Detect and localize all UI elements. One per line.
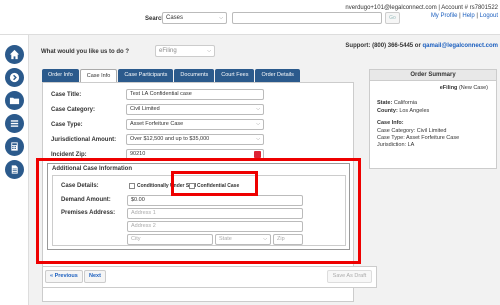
incident-zip-value: 90210 [130, 151, 146, 157]
jurisdictional-amount-select[interactable]: Over $12,500 and up to $35,000 ⌵ [126, 134, 264, 145]
main-content: What would you like us to do ? eFiling ⌵… [29, 35, 500, 305]
summary-efiling-label: eFiling [439, 85, 458, 91]
action-select[interactable]: eFiling ⌵ [155, 45, 215, 57]
search-type-select[interactable]: Cases ⌵ [162, 12, 227, 24]
tab-order-details[interactable]: Order Details [255, 69, 300, 82]
address2-input[interactable]: Address 2 [127, 221, 303, 232]
profile-links: My Profile | Help | Logout [431, 13, 498, 19]
document-icon [11, 165, 18, 174]
additional-info-title: Additional Case Information [52, 166, 133, 172]
chevron-down-icon: ⌵ [256, 106, 260, 112]
summary-type-line: Case Type: Asset Forfeiture Case [377, 135, 460, 141]
case-type-select[interactable]: Asset Forfeiture Case ⌵ [126, 119, 264, 130]
list-icon [10, 120, 19, 127]
home-icon [9, 49, 20, 60]
logout-link[interactable]: Logout [480, 13, 498, 19]
calculator-icon [11, 142, 18, 151]
next-button[interactable]: Next [84, 270, 106, 283]
tab-case-participants[interactable]: Case Participants [118, 69, 174, 82]
zip-input[interactable]: Zip [273, 234, 303, 245]
summary-county-label: County: [377, 108, 398, 114]
summary-efiling: eFiling (New Case) [440, 85, 488, 91]
case-category-select[interactable]: Civil Limited ⌵ [126, 104, 264, 115]
tab-court-fees[interactable]: Court Fees [215, 69, 255, 82]
summary-county: County: Los Angeles [377, 108, 429, 114]
top-header: Search: Cases ⌵ Go nverdugo+101@legalcon… [0, 0, 500, 35]
chevron-down-icon: ⌵ [219, 15, 223, 21]
folder-icon [9, 97, 20, 105]
jurisdictional-amount-value: Over $12,500 and up to $35,000 [130, 136, 210, 142]
account-info: nverdugo+101@legalconnect.com | Account … [345, 5, 498, 11]
tab-documents[interactable]: Documents [174, 69, 215, 82]
summary-state: State: California [377, 100, 417, 106]
summary-case-info-label: Case Info: [377, 120, 404, 126]
support-line: Support: (800) 366-5445 or qamail@legalc… [345, 43, 498, 49]
previous-button[interactable]: « Previous [45, 270, 83, 283]
nav-arrow-button[interactable] [5, 68, 24, 87]
case-type-value: Asset Forfeiture Case [130, 121, 184, 127]
calendar-icon[interactable] [254, 151, 261, 158]
case-type-label: Case Type: [51, 122, 83, 128]
nav-folder-button[interactable] [5, 91, 24, 110]
case-title-label: Case Title: [51, 92, 82, 98]
confidential-case-checkbox[interactable] [189, 183, 195, 189]
demand-amount-label: Demand Amount: [61, 197, 111, 203]
nav-document-button[interactable] [5, 160, 24, 179]
left-sidebar [0, 35, 29, 305]
nav-list-button[interactable] [5, 114, 24, 133]
summary-state-value: California [393, 100, 418, 106]
conditionally-under-seal-label: Conditionally Under Seal [137, 183, 197, 189]
premises-address-label: Premises Address: [61, 210, 116, 216]
address1-input[interactable]: Address 1 [127, 208, 303, 219]
case-details-label: Case Details: [61, 183, 99, 189]
chevron-down-icon: ⌵ [207, 48, 211, 54]
additional-case-info-section: Additional Case Information Case Details… [47, 163, 350, 250]
city-input[interactable]: City [127, 234, 213, 245]
chevron-down-icon: ⌵ [256, 121, 260, 127]
demand-amount-input[interactable]: $0.00 [127, 195, 303, 206]
case-category-label: Case Category: [51, 107, 96, 113]
case-category-value: Civil Limited [130, 106, 160, 112]
order-tabs: Order Info Case Info Case Participants D… [42, 69, 300, 82]
summary-state-label: State: [377, 100, 393, 106]
action-select-value: eFiling [159, 48, 177, 54]
summary-county-value: Los Angeles [399, 108, 430, 114]
arrow-right-icon [9, 72, 20, 83]
summary-jurisdiction-line: Jurisdiction: LA [377, 142, 415, 148]
order-summary-title: Order Summary [370, 70, 496, 81]
nav-calculator-button[interactable] [5, 137, 24, 156]
summary-efiling-note: (New Case) [458, 85, 488, 91]
state-placeholder: State [219, 236, 232, 242]
search-type-value: Cases [166, 15, 184, 21]
order-summary-panel: Order Summary eFiling (New Case) State: … [369, 69, 497, 169]
incident-zip-label: Incident Zip: [51, 152, 87, 158]
conditionally-under-seal-checkbox[interactable] [129, 183, 135, 189]
chevron-down-icon: ⌵ [256, 136, 260, 142]
case-title-input[interactable]: Test LA Confidential case [126, 89, 264, 100]
support-email-link[interactable]: qamail@legalconnect.com [422, 43, 498, 49]
tab-order-info[interactable]: Order Info [42, 69, 79, 82]
action-question: What would you like us to do ? [41, 49, 129, 55]
confidential-case-label: Confidential Case [197, 183, 240, 189]
help-link[interactable]: Help [462, 13, 474, 19]
chevron-down-icon: ⌵ [263, 236, 267, 242]
go-button[interactable]: Go [385, 12, 400, 24]
summary-category-line: Case Category: Civil Limited [377, 128, 447, 134]
summary-case-info-heading: Case Info: [377, 120, 404, 126]
additional-info-inner: Case Details: Conditionally Under Seal C… [52, 175, 346, 246]
search-input[interactable] [232, 12, 382, 24]
tab-case-info[interactable]: Case Info [79, 69, 118, 82]
save-as-draft-button[interactable]: Save As Draft [327, 270, 372, 283]
incident-zip-input[interactable]: 90210 [126, 149, 264, 160]
jurisdictional-amount-label: Jurisdictional Amount: [51, 137, 117, 143]
my-profile-link[interactable]: My Profile [431, 13, 458, 19]
support-label: Support: (800) 366-5445 or [345, 43, 423, 49]
state-select[interactable]: State ⌵ [215, 234, 271, 245]
nav-home-button[interactable] [5, 45, 24, 64]
